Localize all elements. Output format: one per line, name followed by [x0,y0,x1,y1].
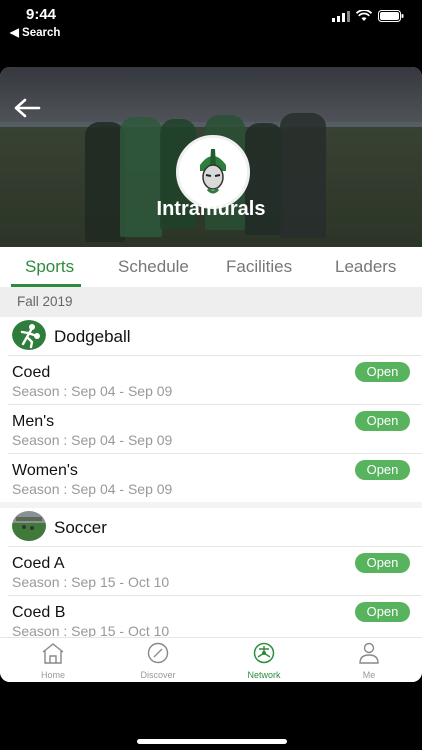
network-icon [253,642,275,664]
tab-bar-discover[interactable]: Discover [123,642,193,680]
tab-bar-me[interactable]: Me [334,642,404,680]
sport-header-dodgeball[interactable]: Dodgeball [0,317,422,355]
league-season: Season : Sep 15 - Oct 10 [12,623,170,637]
page-title: Intramurals [156,198,266,220]
compass-icon [147,642,169,664]
league-season: Season : Sep 04 - Sep 09 [12,432,173,448]
season-header: Fall 2019 [0,287,422,317]
tab-bar-network[interactable]: Network [229,642,299,680]
league-season: Season : Sep 15 - Oct 10 [12,574,170,590]
tab-facilities[interactable]: Facilities [226,257,292,277]
home-icon [42,643,64,664]
back-arrow-icon[interactable] [14,97,42,119]
league-row[interactable]: Men's Season : Sep 04 - Sep 09 Open [8,404,422,453]
tab-bar-label: Network [247,670,281,680]
tab-bar-label: Home [40,670,65,680]
dodgeball-icon [12,320,46,350]
status-badge: Open [355,362,410,382]
league-name: Coed A [12,555,65,572]
status-icons [332,10,404,22]
tab-sports[interactable]: Sports [25,257,74,277]
back-to-search-link[interactable]: ◀ Search [10,25,60,39]
tab-bar-home[interactable]: Home [18,642,88,680]
sports-list: Dodgeball Coed Season : Sep 04 - Sep 09 … [0,317,422,637]
sport-header-soccer[interactable]: Soccer [0,508,422,546]
main-card: Intramurals Sports Schedule Facilities L… [0,67,422,682]
bottom-tab-bar: Home Discover Network Me [0,637,422,682]
signal-icon [332,10,350,22]
status-badge: Open [355,411,410,431]
league-row[interactable]: Coed A Season : Sep 15 - Oct 10 Open [8,546,422,595]
status-badge: Open [355,602,410,622]
hero-banner: Intramurals [0,67,422,247]
tab-bar-label: Discover [140,670,176,680]
tab-schedule[interactable]: Schedule [118,257,189,277]
season-label: Fall 2019 [17,294,73,309]
battery-icon [378,10,404,22]
wifi-icon [356,10,372,21]
status-badge: Open [355,460,410,480]
tab-leaders[interactable]: Leaders [335,257,396,277]
league-name: Men's [12,413,55,430]
league-name: Women's [12,462,78,479]
league-name: Coed B [12,604,66,621]
status-bar: 9:44 ◀ Search [0,0,422,44]
status-badge: Open [355,553,410,573]
league-row[interactable]: Coed B Season : Sep 15 - Oct 10 Open [8,595,422,637]
league-season: Season : Sep 04 - Sep 09 [12,383,173,399]
tab-bar-label: Me [362,670,376,680]
sport-name: Dodgeball [54,327,131,346]
sport-name: Soccer [54,518,107,537]
league-row[interactable]: Women's Season : Sep 04 - Sep 09 Open [8,453,422,502]
section-tabs: Sports Schedule Facilities Leaders [0,247,422,287]
status-time: 9:44 [26,6,57,23]
league-name: Coed [12,364,51,381]
person-icon [359,642,379,664]
soccer-field-icon [12,511,46,541]
league-season: Season : Sep 04 - Sep 09 [12,481,173,497]
league-row[interactable]: Coed Season : Sep 04 - Sep 09 Open [8,355,422,404]
home-indicator[interactable] [137,739,287,744]
